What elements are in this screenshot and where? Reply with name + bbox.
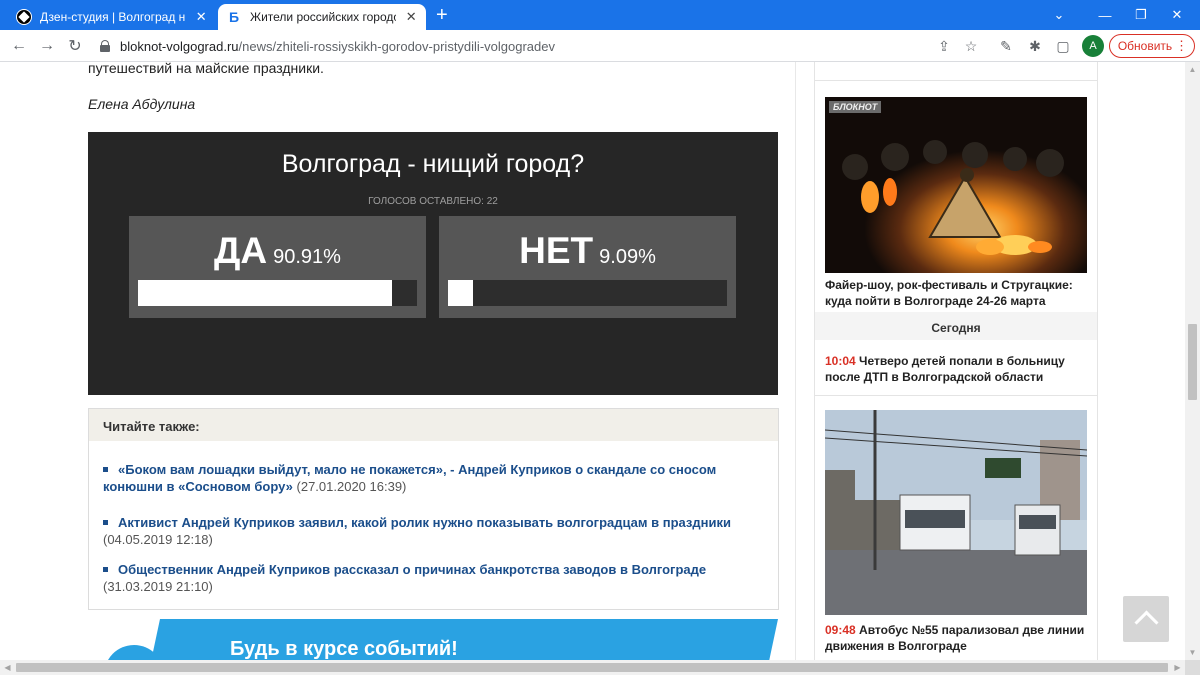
tab-close-icon[interactable]: ✕ — [404, 9, 418, 25]
horizontal-scrollbar[interactable]: ◀ ▶ — [0, 660, 1185, 675]
article-author: Елена Абдулина — [88, 96, 196, 112]
read-also-link[interactable]: Активист Андрей Куприков заявил, какой р… — [118, 515, 731, 530]
news-photo-bus[interactable] — [825, 410, 1087, 615]
poll-question: Волгоград - нищий город? — [281, 150, 585, 178]
lock-icon[interactable] — [100, 40, 110, 52]
article-text: путешествий на майские праздники. — [88, 62, 324, 76]
read-also-link[interactable]: Общественник Андрей Куприков рассказал о… — [118, 562, 706, 577]
bus-photo-icon — [825, 410, 1087, 615]
reload-button[interactable]: ↻ — [64, 35, 86, 57]
toolbar: ← → ↻ bloknot-volgograd.ru /news/zhiteli… — [0, 30, 1200, 62]
news-title: Автобус №55 парализовал две линии движен… — [825, 623, 1085, 653]
scroll-up-arrow-icon[interactable]: ▲ — [1185, 62, 1200, 77]
tab-close-icon[interactable]: ✕ — [194, 9, 208, 25]
poll-option-yes[interactable]: ДА 90.91% — [129, 216, 426, 318]
poll-votes-count: ГОЛОСОВ ОСТАВЛЕНО: 22 — [368, 196, 498, 207]
poll-option-no[interactable]: НЕТ 9.09% — [439, 216, 736, 318]
news-time: 10:04 — [825, 354, 856, 368]
url-host: bloknot-volgograd.ru — [120, 38, 239, 54]
poll-option-bar — [448, 280, 727, 306]
poll-option-percent: 9.09% — [599, 246, 656, 268]
poll-option-label: НЕТ — [519, 230, 594, 271]
close-window-button[interactable]: ✕ — [1154, 0, 1200, 30]
news-title: Файер-шоу, рок-фестиваль и Стругацкие: к… — [825, 278, 1073, 308]
vertical-scroll-thumb[interactable] — [1188, 324, 1197, 400]
poll-option-label: ДА — [214, 230, 268, 271]
profile-avatar[interactable]: A — [1082, 35, 1104, 57]
sidebar-separator — [815, 80, 1097, 81]
scrollbar-corner — [1185, 660, 1200, 675]
tab-title: Дзен-студия | Волгоград нищий — [40, 10, 186, 24]
tab-strip: Дзен-студия | Волгоград нищий ✕ Б Жители… — [0, 0, 1200, 30]
update-button[interactable]: Обновить ⋮ — [1109, 34, 1195, 58]
read-also-date: (04.05.2019 12:18) — [103, 532, 213, 547]
poll-widget: Волгоград - нищий город? ГОЛОСОВ ОСТАВЛЕ… — [88, 132, 778, 395]
poll-option-bar-fill — [448, 280, 473, 306]
read-also-date: (27.01.2020 16:39) — [296, 479, 407, 494]
menu-kebab-icon[interactable]: ⋮ — [1175, 38, 1188, 54]
horizontal-scroll-thumb[interactable] — [16, 663, 1168, 672]
dzen-favicon-icon — [16, 9, 32, 25]
tab-dzen-studio[interactable]: Дзен-студия | Волгоград нищий ✕ — [8, 4, 216, 30]
list-item: «Боком вам лошадки выйдут, мало не покаж… — [103, 461, 768, 495]
fire-show-photo-icon — [825, 97, 1087, 273]
subscribe-title: Будь в курсе событий! — [230, 638, 458, 660]
new-tab-button[interactable]: + — [436, 5, 448, 25]
poll-option-percent: 90.91% — [273, 246, 341, 268]
bullet-icon — [103, 520, 108, 526]
bloknot-favicon-icon: Б — [228, 9, 240, 25]
sidebar-news: БЛОКНОТ Файер-шоу, рок-фестиваль и Струг… — [814, 62, 1098, 660]
page-viewport: путешествий на майские праздники. Елена … — [0, 62, 1185, 660]
news-photo-fire-show[interactable]: БЛОКНОТ — [825, 97, 1087, 273]
news-time: 09:48 — [825, 623, 856, 637]
bookmark-star-icon[interactable]: ☆ — [962, 37, 980, 55]
today-label: Сегодня — [815, 312, 1097, 340]
photo-badge: БЛОКНОТ — [829, 101, 882, 113]
poll-option-bar — [138, 280, 417, 306]
news-title: Четверо детей попали в больницу после ДТ… — [825, 354, 1065, 384]
address-bar[interactable]: bloknot-volgograd.ru /news/zhiteli-rossi… — [92, 34, 992, 58]
tab-title: Жители российских городов пр — [250, 10, 396, 24]
read-also-block: Читайте также: «Боком вам лошадки выйдут… — [88, 408, 779, 610]
news-headline[interactable]: Файер-шоу, рок-фестиваль и Стругацкие: к… — [825, 277, 1095, 309]
forward-button[interactable]: → — [36, 35, 58, 57]
news-headline[interactable]: 10:04 Четверо детей попали в больницу по… — [825, 353, 1095, 385]
scroll-down-arrow-icon[interactable]: ▼ — [1185, 645, 1200, 660]
vertical-scrollbar[interactable]: ▲ ▼ — [1185, 62, 1200, 660]
url-path: /news/zhiteli-rossiyskikh-gorodov-pristy… — [238, 38, 555, 54]
bullet-icon — [103, 567, 108, 573]
extensions-puzzle-icon[interactable]: ✱ — [1026, 37, 1044, 55]
bullet-icon — [103, 467, 108, 473]
read-also-link[interactable]: «Боком вам лошадки выйдут, мало не покаж… — [103, 462, 716, 494]
scroll-to-top-button[interactable] — [1123, 596, 1169, 642]
read-also-heading: Читайте также: — [89, 409, 778, 441]
list-item: Активист Андрей Куприков заявил, какой р… — [103, 514, 768, 548]
back-button[interactable]: ← — [8, 35, 30, 57]
scroll-right-arrow-icon[interactable]: ▶ — [1170, 660, 1185, 675]
share-icon[interactable]: ⇪ — [935, 37, 953, 55]
tab-search-icon[interactable]: ⌄ — [1036, 0, 1082, 30]
poll-option-bar-fill — [138, 280, 392, 306]
sidebar-separator — [815, 395, 1097, 396]
side-panel-icon[interactable]: ▢ — [1054, 37, 1072, 55]
news-headline[interactable]: 09:48 Автобус №55 парализовал две линии … — [825, 622, 1095, 654]
scroll-left-arrow-icon[interactable]: ◀ — [0, 660, 15, 675]
list-item: Общественник Андрей Куприков рассказал о… — [103, 561, 768, 595]
extension-icon[interactable]: ✎ — [997, 37, 1015, 55]
column-divider — [795, 62, 796, 660]
tab-bloknot-article[interactable]: Б Жители российских городов пр ✕ — [218, 4, 426, 30]
update-label: Обновить — [1117, 39, 1173, 53]
read-also-date: (31.03.2019 21:10) — [103, 579, 213, 594]
